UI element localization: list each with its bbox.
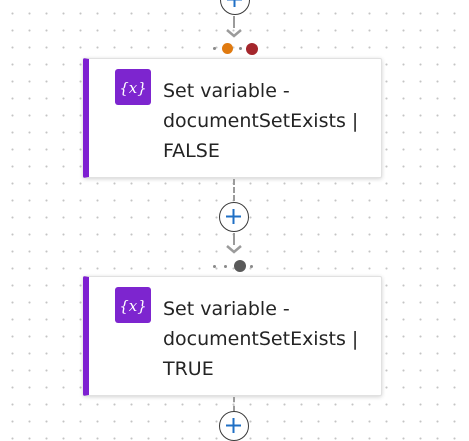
connector-line	[233, 179, 235, 201]
plus-icon	[226, 418, 241, 433]
card-title: Set variable - documentSetExists | TRUE	[163, 298, 359, 380]
run-after-success-dot	[222, 43, 233, 54]
variable-icon: {x}	[115, 287, 151, 323]
chevron-down-icon	[226, 245, 242, 254]
connector-line	[233, 397, 235, 411]
set-variable-card-true[interactable]: {x} Set variable - documentSetExists | T…	[83, 276, 382, 396]
plus-icon	[226, 209, 241, 224]
insert-step-button-top[interactable]	[220, 0, 250, 15]
chevron-down-icon	[226, 29, 242, 38]
variable-icon: {x}	[115, 69, 151, 105]
svg-text:{x}: {x}	[119, 297, 147, 315]
handle-dot	[213, 47, 216, 50]
svg-text:{x}: {x}	[119, 79, 147, 97]
run-after-failed-dot	[246, 43, 258, 55]
insert-step-button[interactable]	[219, 202, 249, 232]
handle-dot	[213, 265, 216, 268]
handle-dot	[239, 47, 242, 50]
set-variable-card-false[interactable]: {x} Set variable - documentSetExists | F…	[83, 58, 382, 178]
connector-line	[233, 16, 235, 28]
handle-dot	[250, 265, 253, 268]
plus-icon	[227, 0, 242, 7]
run-after-dot	[234, 260, 246, 272]
handle-dot	[224, 265, 227, 268]
card-title: Set variable - documentSetExists | FALSE	[163, 80, 359, 162]
insert-step-button-bottom[interactable]	[219, 411, 249, 441]
